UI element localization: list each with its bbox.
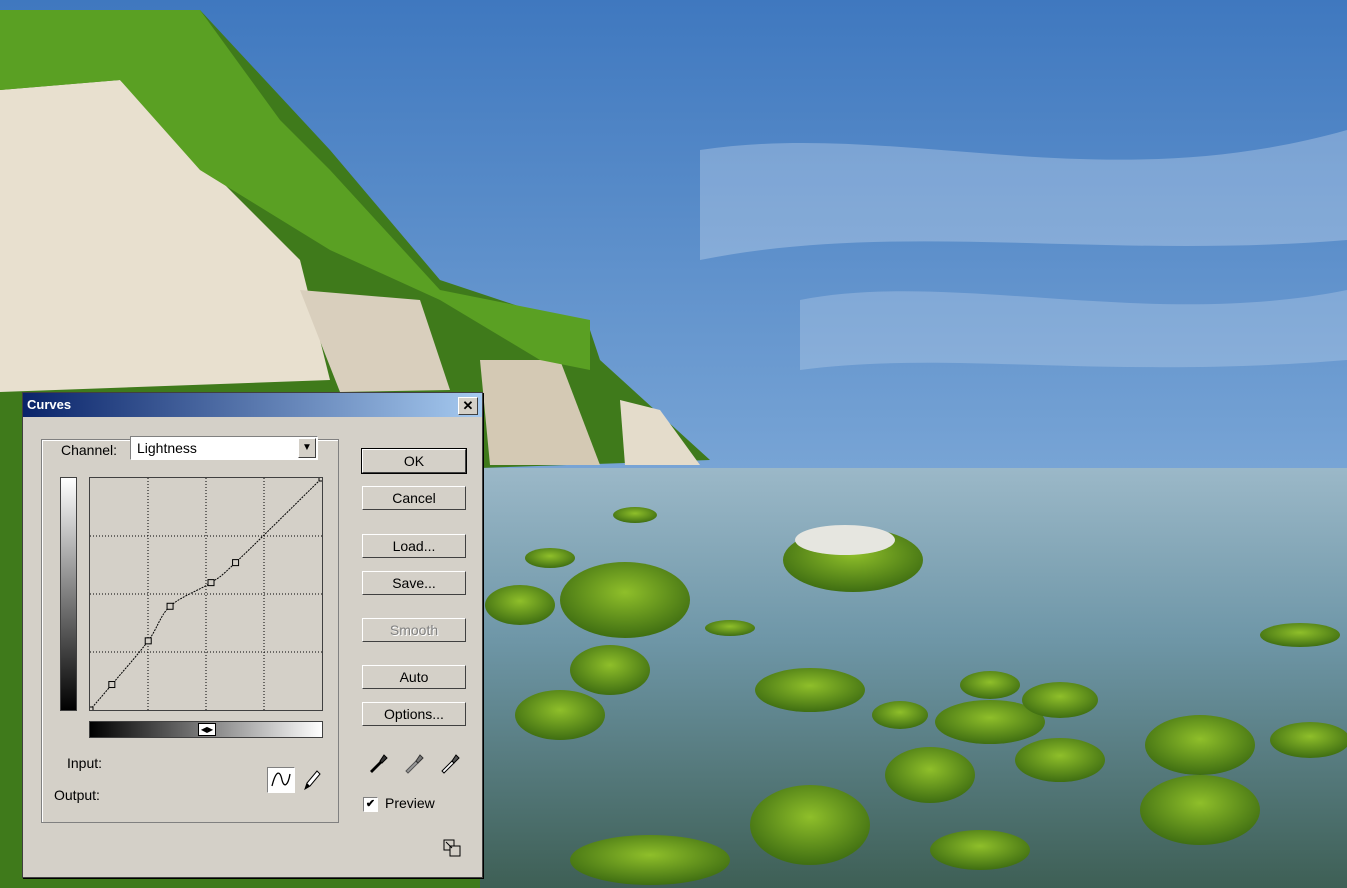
curve-control-point[interactable]: [232, 559, 240, 567]
eyedropper-black-icon[interactable]: [367, 752, 389, 774]
curve-control-point[interactable]: [108, 681, 116, 689]
eyedropper-white-icon[interactable]: [439, 752, 461, 774]
curve-control-point[interactable]: [207, 579, 215, 587]
curve-graph-canvas[interactable]: [90, 478, 322, 710]
resize-grip-icon[interactable]: [443, 839, 461, 857]
curve-tool-icon[interactable]: [267, 767, 295, 793]
channel-value: Lightness: [137, 440, 197, 456]
output-gradient-bar: [60, 477, 77, 711]
load-button[interactable]: Load...: [362, 534, 466, 558]
pencil-icon[interactable]: [301, 767, 323, 793]
input-label: Input:: [67, 755, 103, 771]
preview-label: Preview: [385, 795, 435, 811]
check-icon: ✔: [365, 798, 376, 810]
eyedropper-gray-icon[interactable]: [403, 752, 425, 774]
curve-control-point[interactable]: [90, 706, 94, 710]
curve-control-point[interactable]: [144, 637, 152, 645]
input-gradient-bar: ◀▶: [89, 721, 323, 738]
smooth-button[interactable]: Smooth: [362, 618, 466, 642]
curves-dialog: Curves ✕ Channel: Lightness ▼ ◀▶ Input: …: [22, 392, 483, 878]
preview-checkbox[interactable]: ✔: [363, 797, 378, 812]
close-button[interactable]: ✕: [458, 397, 478, 415]
output-label: Output:: [54, 787, 100, 803]
chevron-down-icon[interactable]: ▼: [298, 438, 316, 458]
gradient-toggle-arrows-icon[interactable]: ◀▶: [198, 723, 216, 736]
dialog-title: Curves: [27, 397, 72, 412]
save-button[interactable]: Save...: [362, 571, 466, 595]
options-button[interactable]: Options...: [362, 702, 466, 726]
curve-line[interactable]: [90, 478, 322, 710]
curve-graph[interactable]: [89, 477, 323, 711]
curve-control-point[interactable]: [318, 478, 322, 482]
cancel-button[interactable]: Cancel: [362, 486, 466, 510]
channel-label: Channel:: [61, 442, 118, 458]
auto-button[interactable]: Auto: [362, 665, 466, 689]
ok-button[interactable]: OK: [361, 448, 467, 474]
curve-control-point[interactable]: [166, 602, 174, 610]
title-bar[interactable]: Curves ✕: [23, 393, 482, 417]
channel-dropdown[interactable]: Lightness ▼: [130, 436, 318, 460]
